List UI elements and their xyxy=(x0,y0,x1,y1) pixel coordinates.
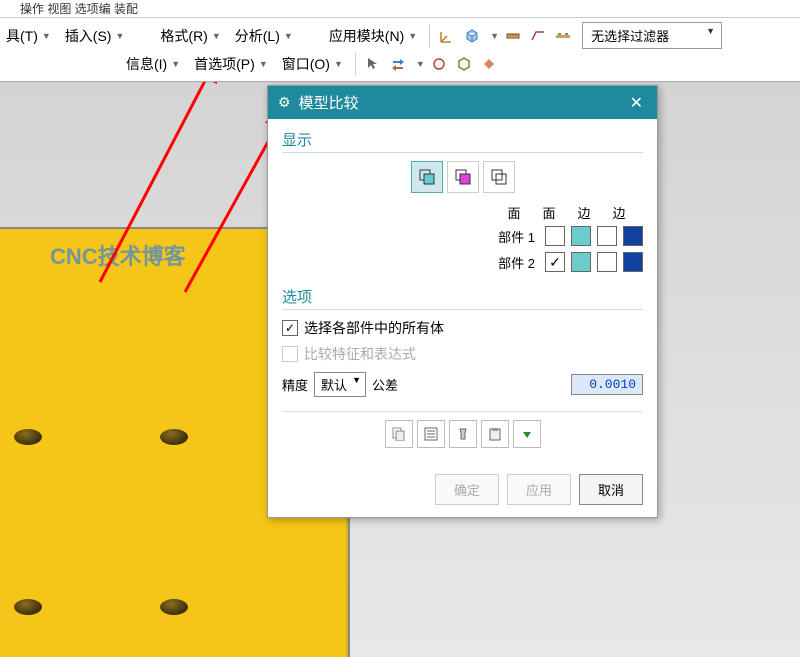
part1-label: 部件 1 xyxy=(498,227,535,246)
filter-combo[interactable]: 无选择过滤器 xyxy=(582,22,722,49)
menu-analysis[interactable]: 分析(L)▼ xyxy=(229,23,299,49)
menu-application[interactable]: 应用模块(N)▼ xyxy=(323,23,423,49)
menu-tools[interactable]: 具(T)▼ xyxy=(0,23,57,49)
menu-window[interactable]: 窗口(O)▼ xyxy=(276,51,349,77)
swap-icon[interactable] xyxy=(387,53,409,75)
dialog-title: 模型比较 xyxy=(299,92,359,113)
color-grid-headers: 面 面 边 边 xyxy=(282,203,643,222)
mode-overlay-button[interactable] xyxy=(411,161,443,193)
hole xyxy=(14,429,42,445)
hole xyxy=(160,599,188,615)
precision-label: 精度 xyxy=(282,375,308,394)
option-select-all[interactable]: ✓ 选择各部件中的所有体 xyxy=(282,318,643,338)
part2-face2-color[interactable] xyxy=(597,252,617,272)
chevron-down-icon: ▼ xyxy=(115,31,124,41)
ruler-icon[interactable] xyxy=(502,25,524,47)
part2-face-color[interactable] xyxy=(571,252,591,272)
list-icon[interactable] xyxy=(417,420,445,448)
hole xyxy=(160,429,188,445)
dropdown-icon[interactable] xyxy=(513,420,541,448)
tolerance-input[interactable] xyxy=(571,374,643,395)
chevron-down-icon[interactable]: ▼ xyxy=(490,31,499,41)
hex-icon[interactable] xyxy=(453,53,475,75)
measure-icon[interactable] xyxy=(527,25,549,47)
dialog-titlebar[interactable]: ⚙ 模型比较 ✕ xyxy=(268,86,657,119)
precision-row: 精度 默认 公差 xyxy=(282,372,643,397)
part2-label: 部件 2 xyxy=(498,253,535,272)
flashlight-icon[interactable] xyxy=(449,420,477,448)
circle-icon[interactable] xyxy=(428,53,450,75)
part2-row: 部件 2 ✓ xyxy=(282,252,643,272)
chevron-down-icon: ▼ xyxy=(212,31,221,41)
cube-icon[interactable] xyxy=(461,25,483,47)
axis-icon[interactable] xyxy=(436,25,458,47)
hole xyxy=(14,599,42,615)
part1-row: 部件 1 xyxy=(282,226,643,246)
gear-icon: ⚙ xyxy=(278,94,291,111)
part1-visibility-checkbox[interactable] xyxy=(545,226,565,246)
copy-icon[interactable] xyxy=(385,420,413,448)
icon-group-2: ▼ xyxy=(355,53,506,75)
precision-combo[interactable]: 默认 xyxy=(314,372,366,397)
toolbar: 具(T)▼ 插入(S)▼ 格式(R)▼ 分析(L)▼ 应用模块(N)▼ ▼ 无选… xyxy=(0,18,800,82)
icon-group-1: ▼ xyxy=(429,25,580,47)
paste-icon[interactable] xyxy=(481,420,509,448)
option-compare-features: 比较特征和表达式 xyxy=(282,344,643,364)
menu-format[interactable]: 格式(R)▼ xyxy=(154,23,226,49)
menu-info[interactable]: 信息(I)▼ xyxy=(120,51,186,77)
part1-face2-color[interactable] xyxy=(597,226,617,246)
diamond-icon[interactable] xyxy=(478,53,500,75)
model-compare-dialog: ⚙ 模型比较 ✕ 显示 面 面 边 边 部件 1 xyxy=(267,85,658,518)
close-icon[interactable]: ✕ xyxy=(626,93,647,113)
watermark: CNC技术博客 xyxy=(50,239,186,271)
scale-icon[interactable] xyxy=(552,25,574,47)
chevron-down-icon: ▼ xyxy=(171,59,180,69)
main-menubar: 具(T)▼ 插入(S)▼ 格式(R)▼ 分析(L)▼ 应用模块(N)▼ ▼ 无选… xyxy=(0,22,800,49)
part2-edge-color[interactable] xyxy=(623,252,643,272)
select-all-checkbox[interactable]: ✓ xyxy=(282,320,298,336)
viewport[interactable]: CNC技术博客 ⚙ 模型比较 ✕ 显示 面 面 边 xyxy=(0,82,800,657)
menu-preferences[interactable]: 首选项(P)▼ xyxy=(188,51,274,77)
compare-features-checkbox xyxy=(282,346,298,362)
ok-button: 确定 xyxy=(435,474,499,505)
section-display: 显示 xyxy=(282,129,643,153)
display-mode-group xyxy=(282,161,643,193)
chevron-down-icon: ▼ xyxy=(334,59,343,69)
chevron-down-icon[interactable]: ▼ xyxy=(416,59,425,69)
chevron-down-icon: ▼ xyxy=(408,31,417,41)
dialog-footer: 确定 应用 取消 xyxy=(268,466,657,517)
chevron-down-icon: ▼ xyxy=(259,59,268,69)
chevron-down-icon: ▼ xyxy=(284,31,293,41)
cursor-icon[interactable] xyxy=(362,53,384,75)
part2-visibility-checkbox[interactable]: ✓ xyxy=(545,252,565,272)
menu-insert[interactable]: 插入(S)▼ xyxy=(59,23,131,49)
mode-outline-button[interactable] xyxy=(483,161,515,193)
dialog-mini-toolbar xyxy=(282,411,643,448)
part1-edge-color[interactable] xyxy=(623,226,643,246)
part1-face-color[interactable] xyxy=(571,226,591,246)
menubar-row2: 信息(I)▼ 首选项(P)▼ 窗口(O)▼ ▼ xyxy=(0,51,800,77)
apply-button: 应用 xyxy=(507,474,571,505)
top-menu-fragment: 操作 视图 选项编 装配 xyxy=(0,0,800,18)
cancel-button[interactable]: 取消 xyxy=(579,474,643,505)
mode-highlight-button[interactable] xyxy=(447,161,479,193)
chevron-down-icon: ▼ xyxy=(42,31,51,41)
section-options: 选项 xyxy=(282,286,643,310)
tolerance-label: 公差 xyxy=(372,375,398,394)
